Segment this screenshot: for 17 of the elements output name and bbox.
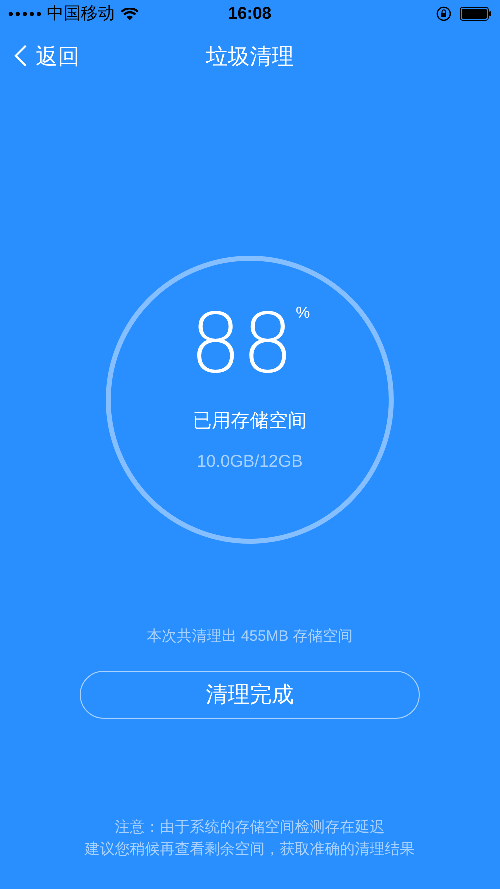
battery-icon xyxy=(460,7,492,21)
note-text: 建议您稍候再查看剩余空间，获取准确的清理结果 xyxy=(85,840,415,858)
signal-strength: ●●●●● xyxy=(8,8,44,22)
done-button[interactable]: 清理完成 xyxy=(80,670,420,718)
usage-label: 已用存储空间 xyxy=(193,410,307,434)
cleanup-summary: 本次共清理出 455MB 存储空间 xyxy=(147,627,353,647)
usage-detail: 10.0GB/12GB xyxy=(197,450,303,472)
page-title: 垃圾清理 xyxy=(206,42,294,70)
wifi-icon xyxy=(121,8,140,20)
note-text: 注意：由于系统的存储空间检测存在延迟 xyxy=(115,818,385,836)
percent-sign: % xyxy=(296,304,310,324)
chevron-left-icon xyxy=(14,44,28,68)
carrier-name: 中国移动 xyxy=(47,3,116,26)
back-button[interactable]: 返回 xyxy=(14,40,80,72)
usage-percent: 88 xyxy=(190,304,294,386)
status-time: 16:08 xyxy=(228,3,272,26)
rotation-lock-icon xyxy=(436,6,452,22)
